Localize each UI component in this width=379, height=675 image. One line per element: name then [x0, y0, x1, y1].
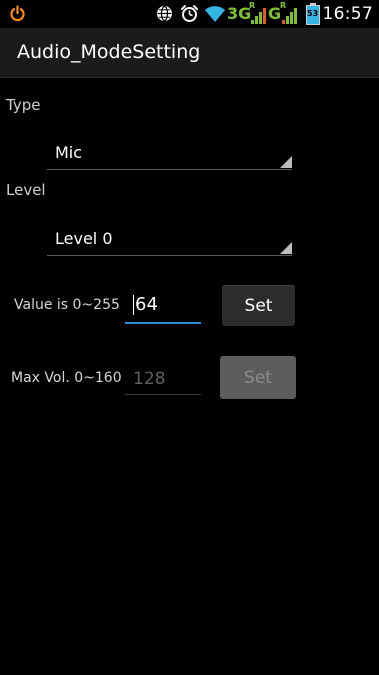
set-max-vol-button-label: Set: [244, 367, 272, 388]
clock: 16:57: [322, 4, 373, 24]
signal-g-icon: G R: [268, 1, 302, 25]
network-3g-label: 3G: [227, 4, 252, 23]
power-icon: [10, 5, 25, 22]
value-input-text: 64: [135, 294, 158, 315]
level-selected-value: Level 0: [55, 229, 113, 248]
signal-3g-icon: 3G R: [227, 1, 267, 25]
type-label: Type: [6, 96, 41, 114]
set-value-button[interactable]: Set: [222, 285, 295, 326]
title-bar: Audio_ModeSetting: [0, 28, 379, 78]
dropdown-arrow-icon: [280, 242, 292, 254]
type-selected-value: Mic: [55, 143, 83, 162]
text-cursor: [133, 295, 134, 315]
max-vol-input[interactable]: 128: [125, 360, 201, 395]
value-range-label: Value is 0~255: [14, 297, 120, 313]
page-title: Audio_ModeSetting: [17, 41, 201, 63]
status-bar: 3G R G R 53 16:57: [0, 0, 379, 28]
level-label: Level: [6, 181, 46, 199]
wifi-icon: [205, 6, 225, 22]
battery-icon: 53: [305, 3, 321, 25]
level-spinner[interactable]: Level 0: [47, 229, 292, 256]
globe-icon: [157, 5, 172, 22]
dropdown-arrow-icon: [280, 156, 292, 168]
value-input[interactable]: 64: [125, 288, 201, 324]
max-vol-range-label: Max Vol. 0~160: [11, 370, 122, 386]
set-max-vol-button[interactable]: Set: [220, 356, 296, 399]
alarm-icon: [181, 5, 198, 22]
max-vol-input-text: 128: [133, 369, 166, 389]
battery-level: 53: [307, 9, 319, 18]
type-spinner[interactable]: Mic: [47, 143, 292, 170]
set-value-button-label: Set: [244, 295, 273, 316]
